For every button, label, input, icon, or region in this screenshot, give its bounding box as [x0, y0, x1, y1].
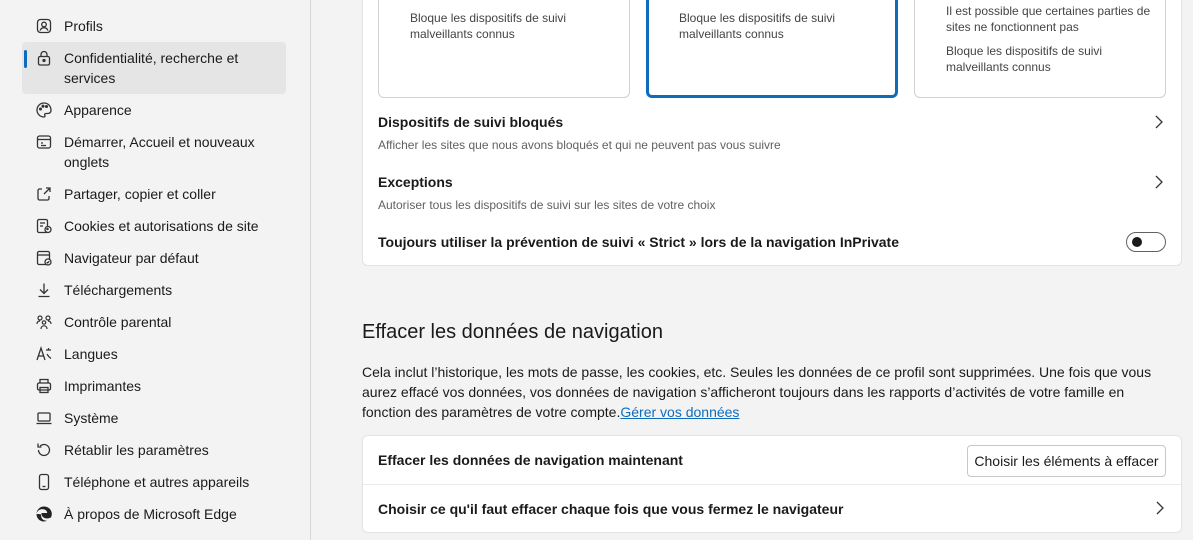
download-icon	[35, 281, 53, 299]
sidebar-item-label: Téléphone et autres appareils	[64, 474, 250, 490]
edge-logo-icon	[35, 505, 53, 523]
sidebar-item-start-home[interactable]: Démarrer, Accueil et nouveaux onglets	[22, 132, 286, 172]
clear-now-row: Effacer les données de navigation mainte…	[363, 436, 1181, 484]
chevron-right-icon	[1155, 175, 1163, 189]
manage-data-link[interactable]: Gérer vos données	[620, 404, 739, 420]
cookies-icon	[35, 217, 53, 235]
sidebar-item-share[interactable]: Partager, copier et coller	[22, 184, 286, 204]
blocked-trackers-subtitle: Afficher les sites que nous avons bloqué…	[378, 138, 781, 152]
clear-data-card: Effacer les données de navigation mainte…	[362, 435, 1182, 533]
lock-icon	[35, 49, 53, 67]
sidebar-item-downloads[interactable]: Téléchargements	[22, 280, 286, 300]
printer-icon	[35, 377, 53, 395]
sidebar-item-printers[interactable]: Imprimantes	[22, 376, 286, 396]
clear-data-description: Cela inclut l’historique, les mots de pa…	[362, 362, 1172, 422]
tracking-level-card-basic[interactable]: Bloque les dispositifs de suivi malveill…	[378, 0, 630, 98]
phone-icon	[35, 473, 53, 491]
sidebar-item-family[interactable]: Contrôle parental	[22, 312, 286, 332]
tracking-card-description: Bloque les dispositifs de suivi malveill…	[410, 11, 567, 41]
clear-on-close-row[interactable]: Choisir ce qu'il faut effacer chaque foi…	[363, 485, 1181, 533]
sidebar-item-label: Contrôle parental	[64, 314, 172, 330]
sidebar-item-about[interactable]: À propos de Microsoft Edge	[22, 504, 286, 524]
toggle-knob	[1132, 237, 1142, 247]
sidebar-item-label: Navigateur par défaut	[64, 250, 199, 266]
chevron-right-icon	[1156, 501, 1164, 515]
reset-icon	[35, 441, 53, 459]
language-icon	[35, 345, 53, 363]
exceptions-subtitle: Autoriser tous les dispositifs de suivi …	[378, 198, 716, 212]
sidebar-item-phone[interactable]: Téléphone et autres appareils	[22, 472, 286, 492]
sidebar-item-label: Profils	[64, 18, 103, 34]
family-icon	[35, 313, 53, 331]
clear-data-section-title: Effacer les données de navigation	[362, 321, 663, 343]
sidebar-item-label: Cookies et autorisations de site	[64, 218, 259, 234]
tracking-level-card-balanced[interactable]: Bloque les dispositifs de suivi malveill…	[646, 0, 898, 98]
exceptions-title: Exceptions	[378, 174, 453, 190]
strict-inprivate-toggle[interactable]	[1126, 232, 1166, 252]
strict-inprivate-row: Toujours utiliser la prévention de suivi…	[362, 228, 1182, 258]
sidebar-item-appearance[interactable]: Apparence	[22, 100, 286, 120]
clear-now-label: Effacer les données de navigation mainte…	[378, 452, 683, 468]
home-tabs-icon	[35, 133, 53, 151]
sidebar-item-profiles[interactable]: Profils	[22, 16, 286, 36]
sidebar-item-label: Confidentialité, recherche et services	[64, 50, 239, 86]
tracking-card-description: Bloque les dispositifs de suivi malveill…	[679, 11, 836, 41]
laptop-icon	[35, 409, 53, 427]
palette-icon	[35, 101, 53, 119]
tracking-level-card-strict[interactable]: Il est possible que certaines parties de…	[914, 0, 1166, 98]
sidebar-item-cookies[interactable]: Cookies et autorisations de site	[22, 216, 286, 236]
blocked-trackers-row[interactable]: Dispositifs de suivi bloqués Afficher le…	[362, 108, 1182, 158]
default-browser-icon	[35, 249, 53, 267]
chevron-right-icon	[1155, 115, 1163, 129]
blocked-trackers-title: Dispositifs de suivi bloqués	[378, 114, 564, 130]
sidebar-item-system[interactable]: Système	[22, 408, 286, 428]
sidebar-item-label: Imprimantes	[64, 378, 142, 394]
sidebar-item-label: Partager, copier et coller	[64, 186, 216, 202]
clear-data-description-text: Cela inclut l’historique, les mots de pa…	[362, 364, 1152, 420]
tracking-card-description: Bloque les dispositifs de suivi malveill…	[946, 44, 1103, 74]
sidebar-item-privacy[interactable]: Confidentialité, recherche et services	[22, 42, 286, 94]
sidebar-item-label: Langues	[64, 346, 118, 362]
sidebar-item-languages[interactable]: Langues	[22, 344, 286, 364]
settings-main: Bloque les dispositifs de suivi malveill…	[312, 0, 1193, 540]
sidebar-item-label: Apparence	[64, 102, 132, 118]
clear-on-close-label: Choisir ce qu'il faut effacer chaque foi…	[378, 501, 844, 517]
sidebar-item-label: Téléchargements	[64, 282, 173, 298]
sidebar-item-reset[interactable]: Rétablir les paramètres	[22, 440, 286, 460]
sidebar-item-label: Démarrer, Accueil et nouveaux onglets	[64, 134, 255, 170]
profile-icon	[35, 17, 53, 35]
sidebar-item-label: Rétablir les paramètres	[64, 442, 209, 458]
settings-sidebar: Profils Confidentialité, recherche et se…	[0, 0, 311, 540]
exceptions-row[interactable]: Exceptions Autoriser tous les dispositif…	[362, 168, 1182, 218]
strict-inprivate-label: Toujours utiliser la prévention de suivi…	[378, 234, 899, 250]
sidebar-item-label: À propos de Microsoft Edge	[64, 506, 237, 522]
tracking-card-warning: Il est possible que certaines parties de…	[946, 4, 1151, 34]
sidebar-item-default-browser[interactable]: Navigateur par défaut	[22, 248, 286, 268]
choose-items-to-clear-button[interactable]: Choisir les éléments à effacer	[967, 445, 1166, 477]
share-icon	[35, 185, 53, 203]
sidebar-item-label: Système	[64, 410, 119, 426]
